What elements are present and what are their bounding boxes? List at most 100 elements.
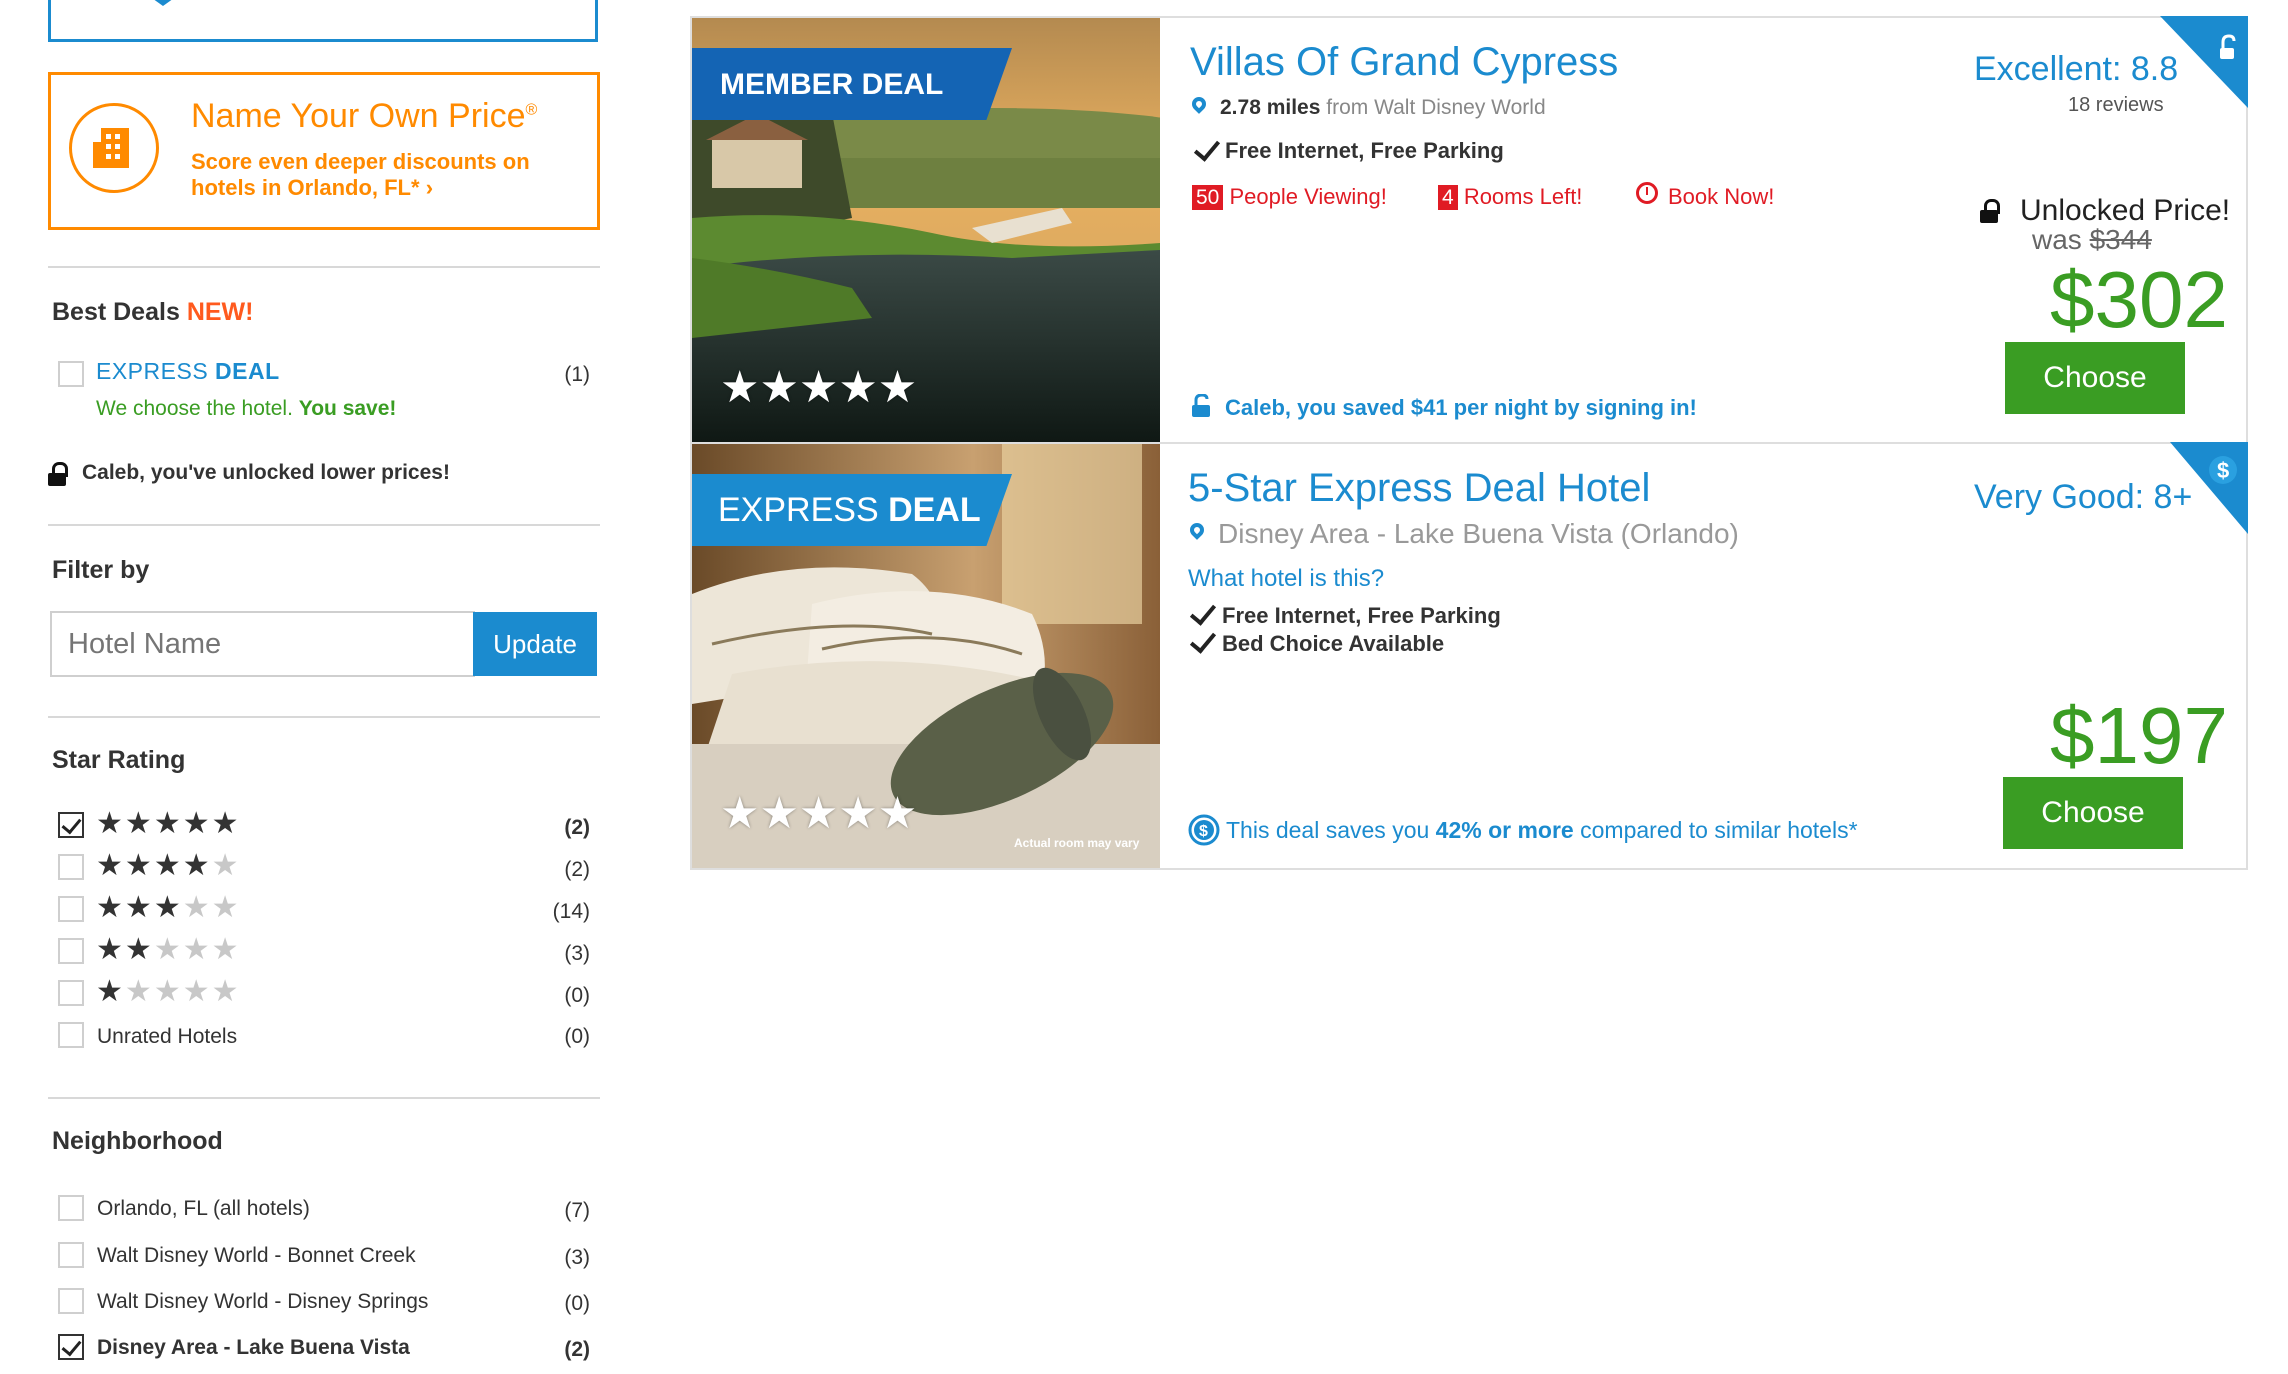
- star-icon: ★: [182, 849, 212, 882]
- neighborhood-checkbox[interactable]: [58, 1195, 84, 1221]
- express-deal-count: (1): [564, 363, 590, 386]
- neighborhood-label[interactable]: Walt Disney World - Disney Springs: [97, 1290, 428, 1314]
- unrated-checkbox[interactable]: [58, 1022, 84, 1048]
- hotel-building-icon: [69, 103, 159, 193]
- neighborhood-count: (0): [564, 1292, 590, 1315]
- star-icon: ★: [182, 975, 212, 1008]
- member-deal-banner: MEMBER DEAL: [692, 48, 1012, 120]
- previous-promo-box: [48, 0, 598, 42]
- star-rating-count: (3): [564, 942, 590, 965]
- location-text: Disney Area - Lake Buena Vista (Orlando): [1218, 518, 1739, 549]
- star-icon: ★: [182, 807, 212, 840]
- amenities-text: Free Internet, Free Parking: [1222, 603, 1501, 628]
- svg-text:$: $: [1199, 823, 1208, 840]
- rating-score: Excellent: 8.8: [1974, 50, 2179, 88]
- star-icon: ★: [124, 933, 154, 966]
- star-rating-heading: Star Rating: [52, 746, 186, 774]
- neighborhood-label[interactable]: Disney Area - Lake Buena Vista: [97, 1336, 410, 1360]
- unlocked-lock-icon: [1980, 199, 2000, 223]
- star-rating-stars[interactable]: ★★★★★: [96, 890, 241, 925]
- divider: [48, 716, 600, 718]
- star-icon: ★: [96, 975, 125, 1008]
- distance-text: 2.78 miles from Walt Disney World: [1220, 96, 1546, 119]
- photo-star-rating: ★★★★★: [720, 789, 918, 838]
- star-rating-count: (2): [564, 816, 590, 839]
- neighborhood-label[interactable]: Orlando, FL (all hotels): [97, 1197, 310, 1221]
- star-icon: ★: [124, 807, 154, 840]
- neighborhood-count: (7): [564, 1199, 590, 1222]
- express-deal-banner: EXPRESS DEAL: [692, 474, 1012, 546]
- star-icon: ★: [96, 891, 125, 924]
- best-deals-heading: Best Deals NEW!: [52, 298, 254, 326]
- star-icon: ★: [96, 933, 125, 966]
- star-rating-count: (2): [564, 858, 590, 881]
- choose-button[interactable]: Choose: [2003, 777, 2183, 849]
- unrated-label[interactable]: Unrated Hotels: [97, 1025, 237, 1049]
- deal-savings-text: This deal saves you 42% or more compared…: [1226, 817, 1858, 843]
- divider: [48, 266, 600, 268]
- nyop-subtitle[interactable]: Score even deeper discounts on hotels in…: [191, 149, 591, 201]
- express-deal-label[interactable]: EXPRESS DEAL: [96, 358, 280, 385]
- star-rating-stars[interactable]: ★★★★★: [96, 806, 241, 841]
- dollar-circle-icon: $: [1188, 814, 1220, 846]
- express-deal-checkbox[interactable]: [58, 361, 84, 387]
- neighborhood-count: (3): [564, 1246, 590, 1269]
- star-icon: ★: [124, 849, 154, 882]
- savings-message: Caleb, you saved $41 per night by signin…: [1225, 395, 1697, 420]
- unlock-message: Caleb, you've unlocked lower prices!: [82, 461, 450, 484]
- star-rating-count: (0): [564, 984, 590, 1007]
- star-icon: ★: [153, 891, 183, 924]
- star-icon: ★: [211, 891, 241, 924]
- photo-caption: Actual room may vary: [1014, 836, 1140, 850]
- choose-button[interactable]: Choose: [2005, 342, 2185, 414]
- star-icon: ★: [211, 975, 241, 1008]
- unrated-count: (0): [564, 1025, 590, 1048]
- was-price: was $344: [2032, 224, 2152, 255]
- star-icon: ★: [153, 849, 183, 882]
- shield-icon: [154, 0, 172, 6]
- clock-icon: [1636, 182, 1658, 204]
- svg-text:$: $: [2217, 458, 2229, 483]
- people-viewing-alert: 50 People Viewing!: [1192, 184, 1387, 210]
- neighborhood-checkbox[interactable]: [58, 1334, 84, 1360]
- rooms-left-alert: 4 Rooms Left!: [1438, 184, 1582, 210]
- star-rating-checkbox[interactable]: [58, 812, 84, 838]
- divider: [48, 524, 600, 526]
- star-rating-checkbox[interactable]: [58, 854, 84, 880]
- name-your-own-price-box[interactable]: Name Your Own Price® Score even deeper d…: [48, 72, 600, 230]
- update-button[interactable]: Update: [473, 612, 597, 676]
- neighborhood-count: (2): [564, 1338, 590, 1361]
- star-rating-checkbox[interactable]: [58, 896, 84, 922]
- star-icon: ★: [96, 849, 125, 882]
- review-count[interactable]: 18 reviews: [2068, 94, 2164, 117]
- express-deal-tagline: We choose the hotel. You save!: [96, 397, 397, 420]
- what-hotel-link[interactable]: What hotel is this?: [1188, 565, 1384, 593]
- star-rating-count: (14): [552, 900, 590, 923]
- star-icon: ★: [211, 807, 241, 840]
- hotel-name-link[interactable]: 5-Star Express Deal Hotel: [1188, 466, 1650, 511]
- star-rating-stars[interactable]: ★★★★★: [96, 974, 241, 1009]
- photo-star-rating: ★★★★★: [720, 363, 918, 412]
- star-icon: ★: [124, 975, 154, 1008]
- neighborhood-label[interactable]: Walt Disney World - Bonnet Creek: [97, 1244, 416, 1268]
- bed-choice-text: Bed Choice Available: [1222, 631, 1445, 656]
- price: $302: [2050, 255, 2228, 344]
- star-icon: ★: [211, 849, 241, 882]
- star-icon: ★: [211, 933, 241, 966]
- neighborhood-heading: Neighborhood: [52, 1127, 223, 1155]
- star-rating-checkbox[interactable]: [58, 938, 84, 964]
- star-rating-stars[interactable]: ★★★★★: [96, 932, 241, 967]
- star-icon: ★: [153, 807, 183, 840]
- star-icon: ★: [124, 891, 154, 924]
- nyop-title[interactable]: Name Your Own Price®: [191, 97, 537, 136]
- star-rating-checkbox[interactable]: [58, 980, 84, 1006]
- hotel-name-input[interactable]: [50, 611, 475, 677]
- unlocked-lock-icon: [1192, 394, 1210, 417]
- neighborhood-checkbox[interactable]: [58, 1242, 84, 1268]
- hotel-name-link[interactable]: Villas Of Grand Cypress: [1190, 40, 1618, 85]
- filter-heading: Filter by: [52, 556, 150, 584]
- star-rating-stars[interactable]: ★★★★★: [96, 848, 241, 883]
- unlocked-lock-icon: [48, 462, 68, 486]
- star-icon: ★: [182, 891, 212, 924]
- neighborhood-checkbox[interactable]: [58, 1288, 84, 1314]
